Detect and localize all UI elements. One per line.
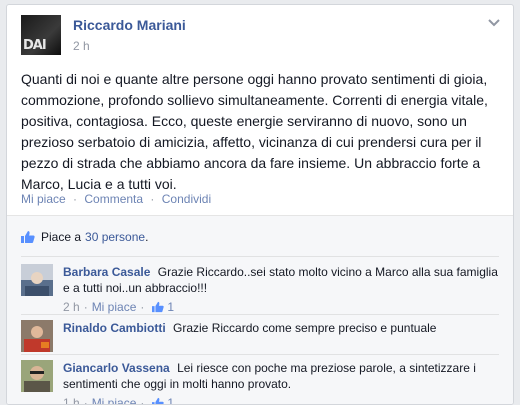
thumbs-up-icon [152, 301, 165, 313]
comment-like-link[interactable]: Mi piace [92, 395, 137, 404]
comment-meta: 2 h · Mi piace · 1 [63, 299, 501, 315]
thumbs-up-icon [21, 230, 35, 244]
meta-separator: · [83, 396, 88, 405]
meta-separator: · [83, 300, 88, 314]
meta-separator: · [140, 396, 145, 405]
comment-like-count[interactable]: 1 [167, 395, 174, 404]
post-header: DAI Riccardo Mariani 2 h [21, 15, 501, 57]
comment-body: Rinaldo Cambiotti Grazie Riccardo come s… [63, 320, 501, 336]
like-link[interactable]: Mi piace [21, 192, 66, 206]
divider [21, 314, 499, 315]
post-actions: Mi piace · Commenta · Condividi [21, 192, 211, 206]
comment-time[interactable]: 1 h [63, 395, 80, 404]
post-card: DAI Riccardo Mariani 2 h Quanti di noi e… [6, 4, 514, 405]
divider [21, 354, 499, 355]
comment-body: Barbara Casale Grazie Riccardo..sei stat… [63, 264, 501, 315]
comment-text: Grazie Riccardo come sempre preciso e pu… [173, 321, 437, 335]
chevron-down-icon[interactable] [487, 17, 501, 31]
action-separator: · [150, 192, 155, 206]
post-timestamp[interactable]: 2 h [73, 39, 90, 53]
commenter-avatar[interactable] [21, 264, 53, 296]
thumbs-up-icon [152, 397, 165, 404]
commenter-avatar[interactable] [21, 320, 53, 352]
likes-summary: Piace a 30 persone . [21, 230, 148, 244]
likes-count-link[interactable]: 30 persone [85, 230, 145, 244]
comment-item: Giancarlo Vassena Lei riesce con poche m… [21, 360, 501, 404]
likes-suffix: . [145, 230, 149, 244]
meta-separator: · [140, 300, 145, 314]
commenter-name[interactable]: Giancarlo Vassena [63, 361, 170, 375]
commenter-avatar[interactable] [21, 360, 53, 392]
commenter-name[interactable]: Rinaldo Cambiotti [63, 321, 166, 335]
feedback-area: Piace a 30 persone . Barbara Casale Graz… [7, 215, 513, 404]
comment-link[interactable]: Commenta [84, 192, 143, 206]
likes-prefix: Piace a [41, 230, 82, 244]
author-name[interactable]: Riccardo Mariani [73, 17, 186, 33]
comment-like-link[interactable]: Mi piace [92, 299, 137, 315]
author-avatar[interactable]: DAI [21, 15, 61, 55]
comment-like-count[interactable]: 1 [167, 299, 174, 315]
commenter-name[interactable]: Barbara Casale [63, 265, 150, 279]
post-body: Quanti di noi e quante altre persone ogg… [21, 71, 488, 192]
divider [21, 256, 499, 257]
comment-body: Giancarlo Vassena Lei riesce con poche m… [63, 360, 501, 405]
comment-item: Rinaldo Cambiotti Grazie Riccardo come s… [21, 320, 501, 352]
share-link[interactable]: Condividi [162, 192, 211, 206]
comment-item: Barbara Casale Grazie Riccardo..sei stat… [21, 264, 501, 314]
comment-time[interactable]: 2 h [63, 299, 80, 315]
action-separator: · [73, 192, 78, 206]
avatar-logo-text: DAI [23, 38, 47, 53]
comment-meta: 1 h · Mi piace · 1 [63, 395, 501, 405]
